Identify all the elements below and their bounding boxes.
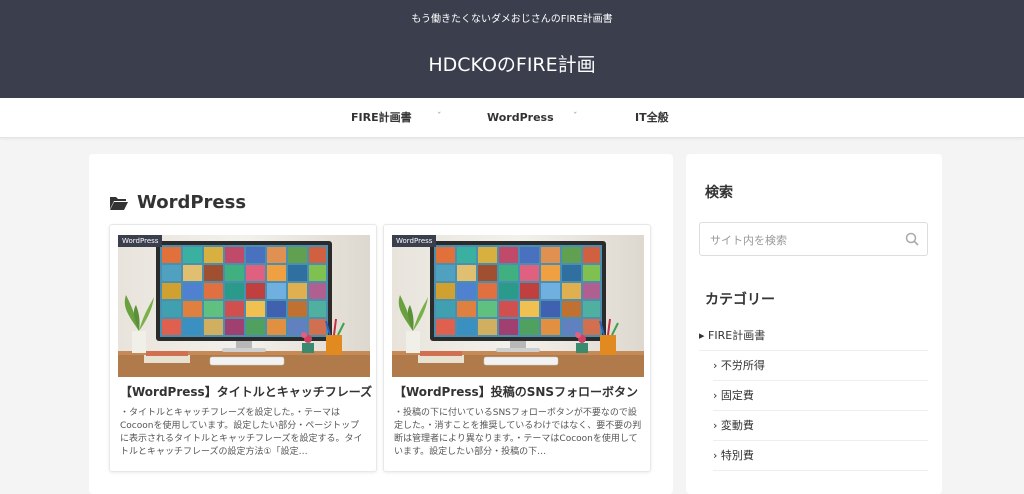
chevron-down-icon: ˇ bbox=[573, 112, 578, 122]
sidebar: 検索 サイト内を検索 カテゴリー ▸ FIRE計画書 › 不労所得 › 固定費 … bbox=[686, 154, 942, 494]
main-content: WordPress WordPress 【WordPress】タイトルとキャッチ… bbox=[89, 154, 673, 494]
global-nav: FIRE計画書 ˇ WordPress ˇ IT全般 bbox=[0, 98, 1024, 138]
archive-title: WordPress bbox=[109, 192, 246, 213]
category-item-passive-income[interactable]: › 不労所得 bbox=[713, 351, 928, 381]
article-card[interactable]: WordPress 【WordPress】投稿のSNSフォローボタン ・投稿の下… bbox=[383, 224, 651, 472]
nav-item-wordpress[interactable]: WordPress bbox=[487, 98, 554, 138]
category-label: 変動費 bbox=[720, 419, 754, 432]
category-label: 特別費 bbox=[720, 449, 754, 462]
category-item-special-costs[interactable]: › 特別費 bbox=[713, 441, 928, 471]
chevron-right-icon: › bbox=[713, 389, 718, 402]
site-tagline: もう働きたくないダメおじさんのFIRE計画書 bbox=[411, 14, 613, 25]
chevron-right-icon: › bbox=[713, 449, 718, 462]
nav-item-it[interactable]: IT全般 bbox=[635, 98, 669, 138]
search-heading: 検索 bbox=[705, 185, 733, 201]
category-item-fire-plan[interactable]: ▸ FIRE計画書 bbox=[699, 321, 928, 351]
category-label: 不労所得 bbox=[720, 359, 765, 372]
folder-open-icon bbox=[110, 196, 128, 210]
card-thumbnail[interactable]: WordPress bbox=[392, 235, 644, 377]
nav-item-fire-plan[interactable]: FIRE計画書 bbox=[351, 98, 412, 138]
chevron-right-icon: › bbox=[713, 419, 718, 432]
card-snippet: ・タイトルとキャッチフレーズを設定した。・テーマはCocoonを使用しています。… bbox=[120, 408, 363, 457]
category-badge: WordPress bbox=[118, 235, 163, 247]
chevron-right-icon: › bbox=[713, 359, 718, 372]
category-item-fixed-costs[interactable]: › 固定費 bbox=[713, 381, 928, 411]
card-title[interactable]: 【WordPress】タイトルとキャッチフレーズ bbox=[120, 383, 372, 400]
archive-title-text: WordPress bbox=[137, 192, 247, 213]
category-badge: WordPress bbox=[392, 235, 437, 247]
card-title[interactable]: 【WordPress】投稿のSNSフォローボタン bbox=[394, 383, 644, 400]
search-input[interactable]: サイト内を検索 bbox=[699, 222, 928, 256]
category-label: 固定費 bbox=[720, 389, 754, 402]
search-placeholder: サイト内を検索 bbox=[710, 234, 787, 247]
search-icon[interactable] bbox=[905, 232, 919, 246]
category-item-variable-costs[interactable]: › 変動費 bbox=[713, 411, 928, 441]
article-card[interactable]: WordPress 【WordPress】タイトルとキャッチフレーズ ・タイトル… bbox=[109, 224, 377, 472]
card-thumbnail[interactable]: WordPress bbox=[118, 235, 370, 377]
site-header: もう働きたくないダメおじさんのFIRE計画書 HDCKOのFIRE計画 bbox=[0, 0, 1024, 98]
card-snippet: ・投稿の下に付いているSNSフォローボタンが不要なので設定した。・消すことを推奨… bbox=[394, 408, 642, 457]
chevron-down-icon: ˇ bbox=[437, 112, 442, 122]
site-title[interactable]: HDCKOのFIRE計画 bbox=[0, 50, 1024, 77]
caret-right-icon: ▸ bbox=[699, 329, 705, 342]
category-label: FIRE計画書 bbox=[708, 329, 766, 342]
category-heading: カテゴリー bbox=[705, 292, 775, 308]
